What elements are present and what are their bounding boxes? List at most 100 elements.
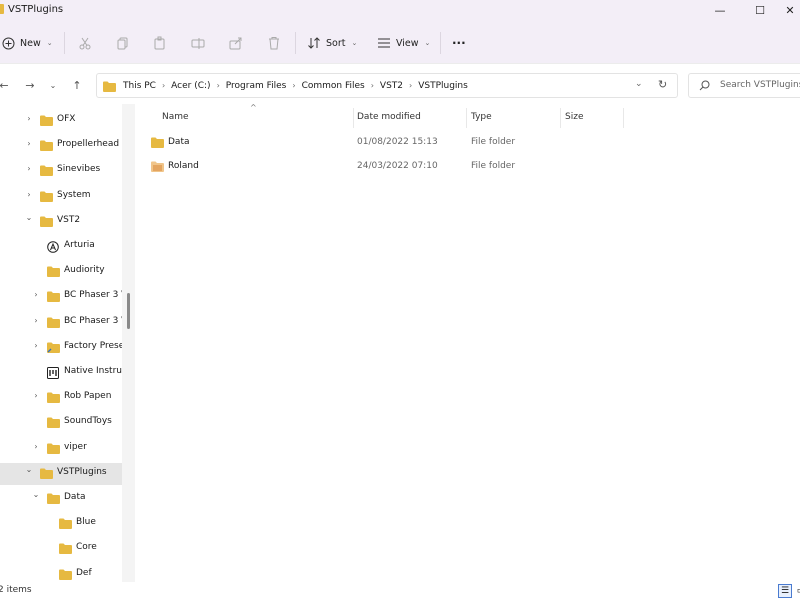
tree-item-core[interactable]: Core	[0, 538, 122, 560]
tree-item-label: System	[57, 189, 91, 200]
column-header-date-modified[interactable]: Date modified	[357, 112, 421, 122]
tree-item-vst2[interactable]: ⌄ VST2	[0, 211, 122, 233]
address-bar[interactable]: This PC › Acer (C:) › Program Files › Co…	[96, 73, 678, 98]
delete-button[interactable]	[267, 34, 281, 52]
forward-button[interactable]: →	[23, 77, 37, 93]
tree-item-audiority[interactable]: Audiority	[0, 261, 122, 283]
minimize-button[interactable]: —	[700, 0, 740, 20]
breadcrumb-common-files[interactable]: Common Files	[298, 81, 369, 91]
folder-icon	[40, 191, 53, 205]
tree-item-label: SoundToys	[64, 416, 112, 427]
chevron-right-icon[interactable]: ›	[160, 81, 167, 90]
tree-item-arturia[interactable]: Arturia	[0, 236, 122, 258]
tree-item-native-instrun[interactable]: Native Instrun	[0, 362, 122, 384]
folder-icon	[59, 543, 72, 557]
column-divider[interactable]	[623, 108, 624, 128]
chevron-right-icon[interactable]: ›	[24, 139, 34, 148]
breadcrumb-program-files[interactable]: Program Files	[222, 81, 291, 91]
chevron-right-icon[interactable]: ›	[31, 290, 41, 299]
tree-item-label: Propellerhead S	[57, 139, 122, 150]
search-input[interactable]: Search VSTPlugins	[688, 73, 800, 98]
nav-scrollbar[interactable]	[122, 104, 135, 582]
plus-circle-icon	[2, 37, 15, 49]
chevron-right-icon[interactable]: ›	[31, 316, 41, 325]
native-instruments-icon	[47, 367, 59, 382]
new-button[interactable]: New ⌄	[2, 34, 53, 52]
tree-item-def[interactable]: Def	[0, 564, 122, 582]
chevron-right-icon[interactable]: ›	[24, 164, 34, 173]
folder-icon	[47, 392, 60, 406]
paste-button[interactable]	[153, 34, 167, 52]
trash-icon	[269, 37, 279, 50]
refresh-icon[interactable]: ↻	[658, 78, 667, 91]
breadcrumb-this-pc[interactable]: This PC	[119, 81, 160, 91]
breadcrumb-vst2[interactable]: VST2	[376, 81, 407, 91]
chevron-right-icon[interactable]: ›	[31, 442, 41, 451]
close-button[interactable]: ✕	[780, 0, 800, 20]
rename-button[interactable]	[191, 34, 205, 52]
toolbar-divider	[295, 32, 296, 54]
share-button[interactable]	[229, 34, 243, 52]
maximize-button[interactable]: ☐	[740, 0, 780, 20]
cut-button[interactable]	[78, 34, 92, 52]
folder-icon	[0, 4, 4, 14]
new-label: New	[20, 37, 41, 49]
column-header-type[interactable]: Type	[471, 112, 492, 122]
chevron-right-icon[interactable]: ›	[31, 391, 41, 400]
tree-item-vstplugins[interactable]: ⌄ VSTPlugins	[0, 462, 122, 485]
chevron-right-icon[interactable]: ›	[290, 81, 297, 90]
tree-item-bc-phaser-3-v[interactable]: › BC Phaser 3 V	[0, 312, 122, 334]
chevron-down-icon[interactable]: ⌄	[24, 465, 34, 474]
column-header-name[interactable]: Name	[162, 112, 189, 122]
folder-icon	[47, 317, 60, 331]
file-row[interactable]: Roland 24/03/2022 07:10 File folder	[147, 156, 627, 178]
tree-item-factory-preset[interactable]: › Factory Preset	[0, 337, 122, 359]
folder-icon	[40, 468, 53, 482]
tree-item-rob-papen[interactable]: › Rob Papen	[0, 387, 122, 409]
tree-item-system[interactable]: › System	[0, 186, 122, 208]
column-divider[interactable]	[466, 108, 467, 128]
copy-button[interactable]	[116, 34, 130, 52]
folder-icon	[47, 291, 60, 305]
chevron-right-icon[interactable]: ›	[215, 81, 222, 90]
tree-item-sinevibes[interactable]: › Sinevibes	[0, 160, 122, 182]
chevron-down-icon[interactable]: ⌄	[31, 490, 41, 499]
command-bar: New ⌄ Sort ⌄ View ⌄ ···	[0, 22, 800, 64]
view-button[interactable]: View ⌄	[377, 34, 430, 52]
up-button[interactable]: ↑	[70, 77, 84, 93]
address-history-chevron-icon[interactable]: ⌄	[635, 79, 643, 89]
tiles-view-button[interactable]: ▭	[794, 584, 800, 598]
tree-item-soundtoys[interactable]: SoundToys	[0, 412, 122, 434]
column-header-size[interactable]: Size	[565, 112, 583, 122]
tree-item-propellerhead-s[interactable]: › Propellerhead S	[0, 135, 122, 157]
folder-icon	[151, 137, 164, 148]
breadcrumb-acer-c[interactable]: Acer (C:)	[167, 81, 214, 91]
column-divider[interactable]	[353, 108, 354, 128]
tree-item-ofx[interactable]: › OFX	[0, 110, 122, 132]
file-row[interactable]: Data 01/08/2022 15:13 File folder	[147, 132, 627, 154]
tree-item-viper[interactable]: › viper	[0, 438, 122, 460]
folder-icon	[47, 443, 60, 457]
column-divider[interactable]	[560, 108, 561, 128]
more-options-button[interactable]: ···	[452, 34, 466, 52]
chevron-right-icon[interactable]: ›	[24, 114, 34, 123]
tree-item-blue[interactable]: Blue	[0, 513, 122, 535]
chevron-right-icon[interactable]: ›	[24, 190, 34, 199]
details-view-button[interactable]: ☰	[778, 584, 792, 598]
chevron-down-icon[interactable]: ⌄	[24, 213, 34, 222]
tree-item-data[interactable]: ⌄ Data	[0, 488, 122, 510]
navigation-pane: › OFX › Propellerhead S › Sinevibes › System ⌄ VS…	[0, 104, 135, 582]
breadcrumb-vstplugins[interactable]: VSTPlugins	[414, 81, 472, 91]
tree-item-bc-phaser-3-v[interactable]: › BC Phaser 3 V	[0, 286, 122, 308]
chevron-right-icon[interactable]: ›	[407, 81, 414, 90]
folder-icon	[47, 493, 60, 507]
details-view-icon: ☰	[780, 586, 790, 596]
back-button[interactable]: ←	[0, 77, 11, 93]
nav-scrollbar-thumb[interactable]	[127, 293, 130, 329]
sort-button[interactable]: Sort ⌄	[307, 34, 357, 52]
tree-item-label: Rob Papen	[64, 391, 112, 402]
chevron-right-icon[interactable]: ›	[31, 341, 41, 350]
chevron-down-icon: ⌄	[351, 39, 358, 47]
recent-locations-button[interactable]: ⌄	[46, 77, 60, 93]
chevron-right-icon[interactable]: ›	[369, 81, 376, 90]
